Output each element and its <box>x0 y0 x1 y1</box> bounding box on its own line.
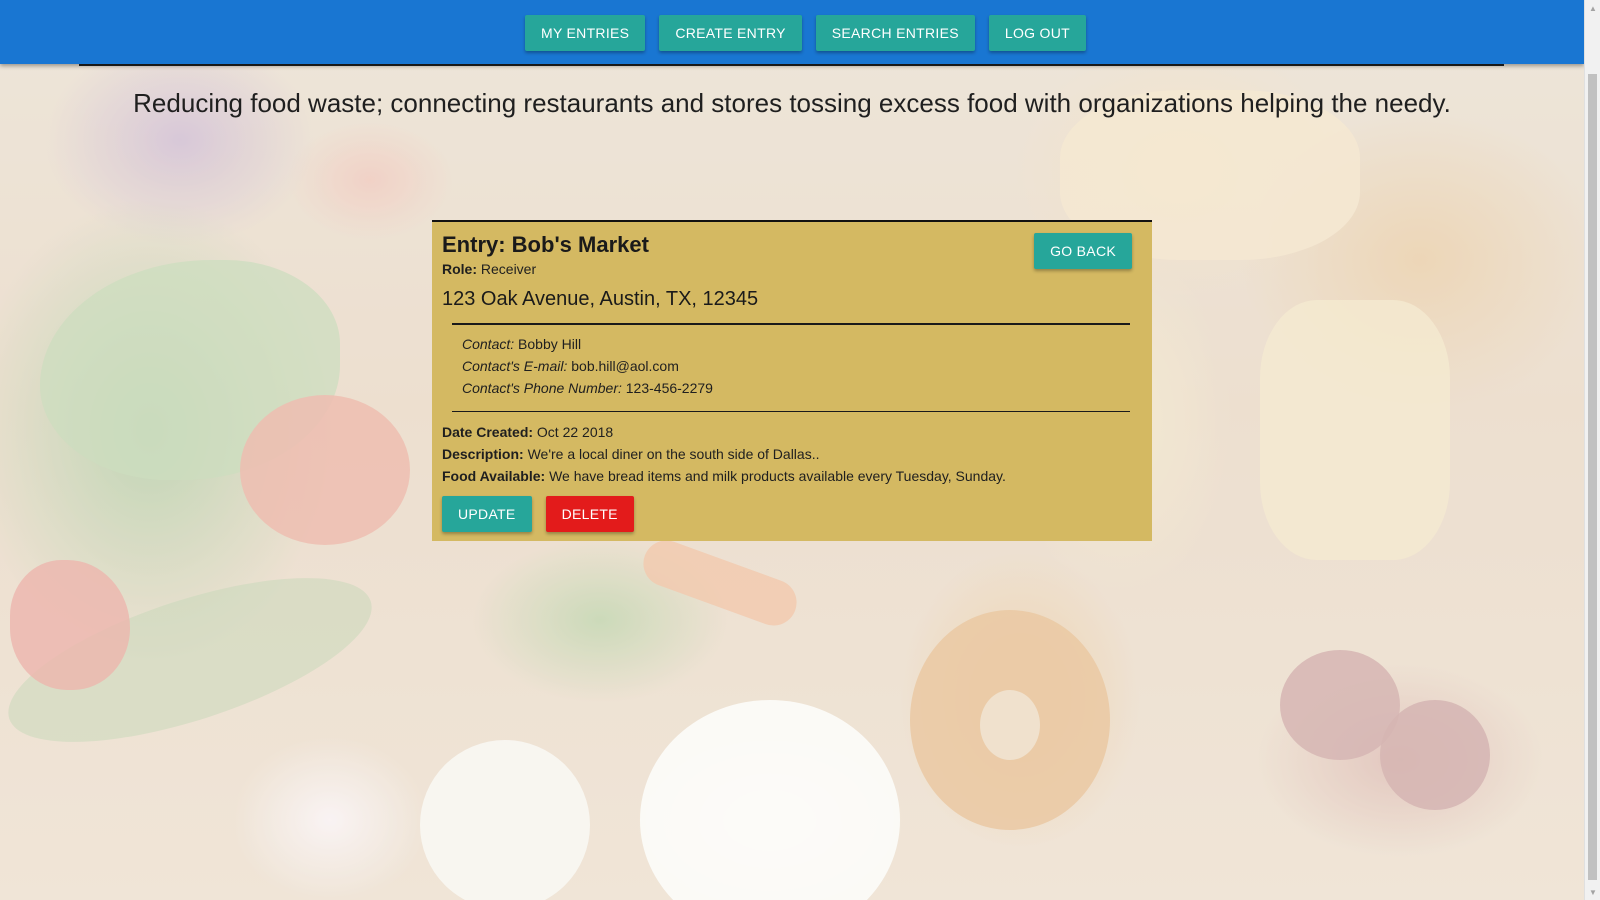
entry-address: 123 Oak Avenue, Austin, TX, 12345 <box>442 288 759 310</box>
entry-actions: UPDATE DELETE <box>442 496 634 532</box>
vertical-scrollbar[interactable]: ▲ ▼ <box>1584 0 1600 900</box>
top-nav-bar: MY ENTRIES CREATE ENTRY SEARCH ENTRIES L… <box>0 0 1584 64</box>
my-entries-button[interactable]: MY ENTRIES <box>525 15 646 51</box>
contact-value: Bobby Hill <box>518 336 582 352</box>
header-divider <box>79 64 1504 66</box>
food-available-row: Food Available: We have bread items and … <box>442 468 1006 484</box>
description-row: Description: We're a local diner on the … <box>442 446 820 462</box>
entry-title: Entry: Bob's Market <box>442 232 649 257</box>
description-value: We're a local diner on the south side of… <box>527 446 820 462</box>
go-back-button[interactable]: GO BACK <box>1034 233 1132 269</box>
site-tagline: Reducing food waste; connecting restaura… <box>133 88 1451 118</box>
date-value: Oct 22 2018 <box>536 424 614 440</box>
phone-value: 123-456-2279 <box>625 380 713 396</box>
scroll-down-arrow-icon[interactable]: ▼ <box>1585 884 1600 900</box>
food-label: Food Available: <box>442 468 546 484</box>
phone-label: Contact's Phone Number: <box>462 380 622 396</box>
contact-divider-bottom <box>452 411 1130 412</box>
contact-email-row: Contact's E-mail: bob.hill@aol.com <box>462 358 679 374</box>
email-value: bob.hill@aol.com <box>571 358 679 374</box>
contact-divider-top <box>452 323 1130 325</box>
entry-card: Entry: Bob's Market GO BACK Role: Receiv… <box>432 220 1152 541</box>
update-button[interactable]: UPDATE <box>442 496 532 532</box>
scroll-up-arrow-icon[interactable]: ▲ <box>1585 0 1600 16</box>
role-value: Receiver <box>480 261 537 277</box>
search-entries-button[interactable]: SEARCH ENTRIES <box>815 15 975 51</box>
nav-button-group: MY ENTRIES CREATE ENTRY SEARCH ENTRIES L… <box>525 15 1086 51</box>
food-value: We have bread items and milk products av… <box>549 468 1006 484</box>
date-created-row: Date Created: Oct 22 2018 <box>442 424 613 440</box>
contact-label: Contact: <box>462 336 515 352</box>
date-label: Date Created: <box>442 424 534 440</box>
contact-phone-row: Contact's Phone Number: 123-456-2279 <box>462 380 713 396</box>
log-out-button[interactable]: LOG OUT <box>988 15 1086 51</box>
email-label: Contact's E-mail: <box>462 358 568 374</box>
entry-role: Role: Receiver <box>442 261 536 277</box>
scrollbar-thumb[interactable] <box>1588 74 1597 880</box>
contact-name-row: Contact: Bobby Hill <box>462 336 581 352</box>
create-entry-button[interactable]: CREATE ENTRY <box>659 15 802 51</box>
delete-button[interactable]: DELETE <box>545 496 634 532</box>
role-label: Role: <box>442 261 477 277</box>
description-label: Description: <box>442 446 524 462</box>
